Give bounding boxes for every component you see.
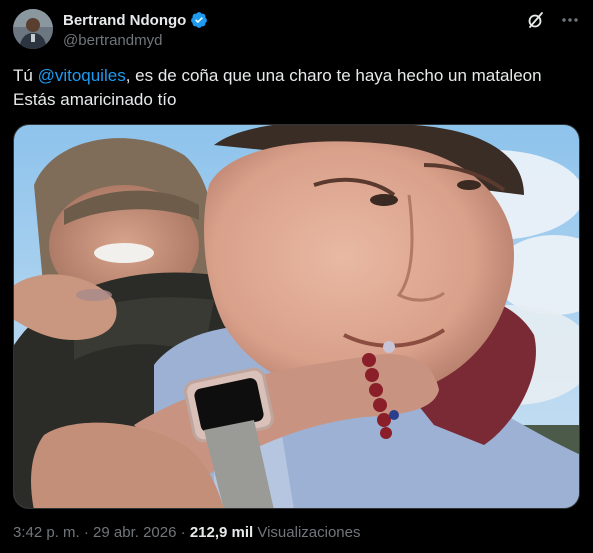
views-count[interactable]: 212,9 mil: [190, 524, 253, 541]
views-label: Visualizaciones: [253, 524, 361, 541]
author-names: Bertrand Ndongo @bertrandmyd: [63, 10, 208, 49]
tweet-text-rest: , es de coña que una charo te haya hecho…: [125, 66, 542, 85]
tweet: Bertrand Ndongo @bertrandmyd Tú @vitoqui…: [0, 0, 593, 553]
header-actions: [526, 10, 580, 30]
tweet-photo[interactable]: [13, 124, 580, 509]
grok-slash-icon[interactable]: [526, 10, 546, 30]
display-name[interactable]: Bertrand Ndongo: [63, 12, 186, 29]
more-dots-icon[interactable]: [560, 10, 580, 30]
tweet-meta: 3:42 p. m. · 29 abr. 2026 · 212,9 mil Vi…: [13, 524, 361, 541]
mention-link[interactable]: @vitoquiles: [38, 66, 126, 85]
avatar[interactable]: [13, 9, 53, 49]
meta-separator: ·: [79, 524, 94, 541]
tweet-time[interactable]: 3:42 p. m.: [13, 524, 80, 541]
tweet-text-prefix: Tú: [13, 66, 38, 85]
display-name-row: Bertrand Ndongo: [63, 10, 208, 30]
tweet-header: Bertrand Ndongo @bertrandmyd: [13, 8, 580, 52]
tweet-text-line2: Estás amaricinado tío: [13, 90, 177, 109]
meta-separator-2: ·: [176, 524, 190, 541]
handle[interactable]: @bertrandmyd: [63, 32, 208, 49]
verified-badge-icon: [190, 11, 208, 29]
tweet-text: Tú @vitoquiles, es de coña que una charo…: [13, 64, 580, 112]
tweet-text-line1: Tú @vitoquiles, es de coña que una charo…: [13, 64, 580, 88]
tweet-date[interactable]: 29 abr. 2026: [93, 524, 176, 541]
